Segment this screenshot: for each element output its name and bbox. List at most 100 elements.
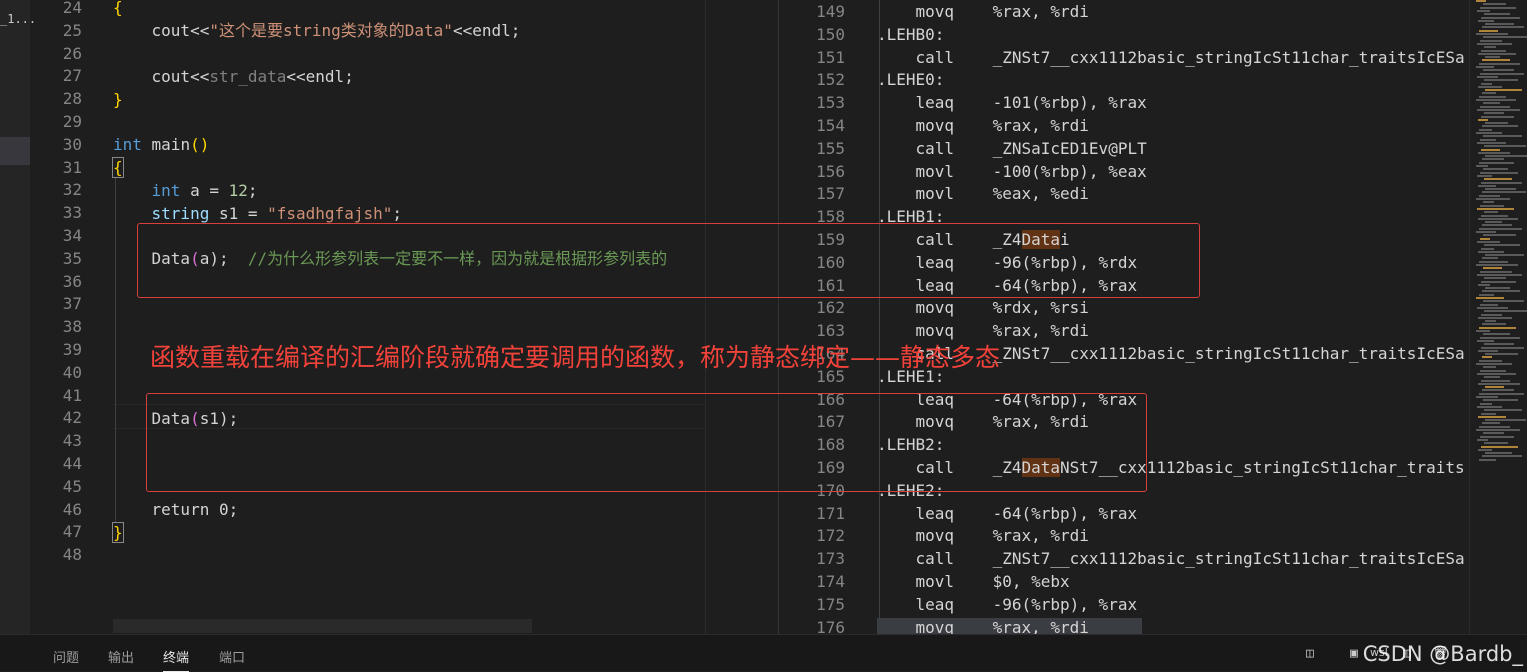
sidebar-selected-item[interactable] bbox=[0, 137, 30, 165]
asm-opcode: movl bbox=[877, 161, 993, 181]
line-number: 25 bbox=[62, 20, 82, 40]
minimap-line bbox=[1485, 89, 1522, 92]
minimap-line bbox=[1481, 313, 1502, 316]
minimap-line bbox=[1483, 432, 1504, 435]
horizontal-scrollbar[interactable] bbox=[113, 619, 532, 633]
asm-line[interactable]: leaq -96(%rbp), %rax bbox=[877, 593, 1467, 616]
minimap-line bbox=[1481, 247, 1494, 250]
line-number: 154 bbox=[816, 116, 845, 135]
asm-line[interactable]: leaq -64(%rbp), %rax bbox=[877, 502, 1467, 525]
line-number: 36 bbox=[62, 271, 82, 291]
annotation-text: 函数重载在编译的汇编阶段就确定要调用的函数，称为静态绑定——静态多态 bbox=[150, 343, 1001, 372]
code-line-46[interactable]: return 0; bbox=[113, 498, 239, 521]
line-number: 29 bbox=[62, 112, 82, 131]
tab-problems[interactable]: 问题 bbox=[53, 647, 79, 666]
code-line-33[interactable]: string s1 = "fsadhgfajsh"; bbox=[113, 202, 402, 225]
line-number: 47 bbox=[62, 522, 82, 542]
line-number: 44 bbox=[62, 454, 82, 473]
minimap-line bbox=[1478, 283, 1490, 286]
asm-line[interactable]: movq %rdx, %rsi bbox=[877, 296, 1467, 319]
minimap-line bbox=[1479, 458, 1496, 461]
asm-line[interactable]: movl %eax, %edi bbox=[877, 182, 1467, 205]
minimap-line bbox=[1477, 75, 1498, 78]
sidebar-item-label[interactable]: _1... bbox=[0, 12, 36, 26]
minimap-line bbox=[1479, 62, 1520, 65]
minimap-line bbox=[1478, 217, 1518, 220]
minimap-line bbox=[1482, 422, 1500, 425]
asm-line[interactable]: movq %rax, %rdi bbox=[877, 114, 1467, 137]
asm-opcode: movl bbox=[877, 184, 993, 204]
activity-bar: _1... bbox=[0, 0, 36, 634]
asm-operand: _ZNSt7__cxx1112basic_stringIcSt11char_tr… bbox=[992, 549, 1465, 569]
minimap-line bbox=[1477, 9, 1490, 12]
code-line-28[interactable]: } bbox=[113, 88, 123, 111]
asm-operand: -64(%rbp), %rax bbox=[992, 503, 1138, 523]
asm-opcode: leaq bbox=[877, 594, 993, 614]
tab-terminal[interactable]: 终端 bbox=[163, 647, 190, 672]
line-number: 31 bbox=[62, 157, 82, 177]
code-line-32[interactable]: int a = 12; bbox=[113, 179, 258, 202]
code-line-25[interactable]: cout<<"这个是要string类对象的Data"<<endl; bbox=[113, 19, 521, 42]
minimap-line bbox=[1482, 224, 1512, 227]
line-number: 155 bbox=[816, 138, 845, 158]
asm-line[interactable]: movl -100(%rbp), %eax bbox=[877, 160, 1467, 183]
minimap-line bbox=[1477, 240, 1500, 243]
minimap-line bbox=[1476, 330, 1490, 332]
code-line-27[interactable]: cout<<str_data<<endl; bbox=[113, 65, 354, 88]
minimap-line bbox=[1476, 132, 1502, 134]
minimap-line bbox=[1478, 151, 1510, 154]
indent-guide bbox=[115, 178, 116, 523]
asm-operand: -96(%rbp), %rax bbox=[992, 594, 1138, 614]
minimap-line bbox=[1480, 369, 1506, 372]
minimap-line bbox=[1483, 69, 1514, 72]
code-line-30[interactable]: int main() bbox=[113, 133, 209, 156]
minimap-line bbox=[1482, 26, 1524, 29]
asm-line[interactable]: .LEHB0: bbox=[877, 23, 1467, 46]
minimap-right[interactable] bbox=[1469, 0, 1527, 634]
tab-ports[interactable]: 端口 bbox=[219, 647, 245, 666]
asm-line[interactable]: movl $0, %ebx bbox=[877, 570, 1467, 593]
line-number: 173 bbox=[816, 549, 845, 569]
minimap-line bbox=[1481, 148, 1500, 151]
asm-operand: _ZNSaIcED1Ev@PLT bbox=[992, 138, 1147, 158]
asm-line[interactable]: .LEHE0: bbox=[877, 68, 1467, 91]
minimap-line bbox=[1476, 66, 1494, 68]
minimap-line bbox=[1484, 310, 1527, 313]
line-number: 42 bbox=[62, 408, 82, 428]
asm-label: .LEHE0: bbox=[877, 70, 945, 90]
asm-line[interactable]: call _ZNSaIcED1Ev@PLT bbox=[877, 137, 1467, 160]
code-line-24[interactable]: { bbox=[113, 0, 123, 19]
split-panel-icon[interactable]: ◫ bbox=[1306, 646, 1314, 661]
minimap-line bbox=[1478, 382, 1520, 385]
asm-line[interactable]: call _ZNSt7__cxx1112basic_stringIcSt11ch… bbox=[877, 547, 1467, 570]
minimap-line bbox=[1484, 277, 1506, 280]
minimap-line bbox=[1485, 56, 1500, 59]
minimap-line bbox=[1481, 445, 1518, 448]
asm-line[interactable]: movq %rax, %rdi bbox=[877, 0, 1467, 23]
minimap-line bbox=[1484, 244, 1520, 247]
split-divider[interactable] bbox=[705, 0, 706, 634]
code-line-31[interactable]: { bbox=[112, 156, 124, 179]
asm-operand: $0, %ebx bbox=[992, 572, 1070, 591]
minimap-line bbox=[1485, 254, 1524, 257]
minimap-line bbox=[1480, 138, 1496, 141]
line-number: 150 bbox=[816, 24, 845, 44]
minimap-line bbox=[1482, 323, 1506, 326]
minimap-line bbox=[1476, 165, 1488, 167]
line-number: 46 bbox=[62, 499, 82, 519]
asm-line[interactable]: leaq -101(%rbp), %rax bbox=[877, 91, 1467, 114]
minimap-line bbox=[1476, 33, 1508, 35]
line-number: 156 bbox=[816, 161, 845, 181]
asm-operand: %rax, %rdi bbox=[992, 116, 1089, 135]
minimap-left[interactable] bbox=[706, 0, 778, 634]
line-number: 34 bbox=[62, 226, 82, 245]
asm-opcode: movq bbox=[877, 2, 993, 21]
minimap-line bbox=[1482, 92, 1496, 95]
tab-output[interactable]: 输出 bbox=[108, 647, 134, 666]
line-number: 38 bbox=[62, 317, 82, 337]
code-line-47[interactable]: } bbox=[112, 521, 124, 544]
terminal-icon[interactable]: ▣ bbox=[1350, 646, 1358, 661]
asm-line[interactable]: call _ZNSt7__cxx1112basic_stringIcSt11ch… bbox=[877, 46, 1467, 69]
asm-line[interactable]: movq %rax, %rdi bbox=[877, 524, 1467, 547]
minimap-line bbox=[1484, 442, 1508, 445]
